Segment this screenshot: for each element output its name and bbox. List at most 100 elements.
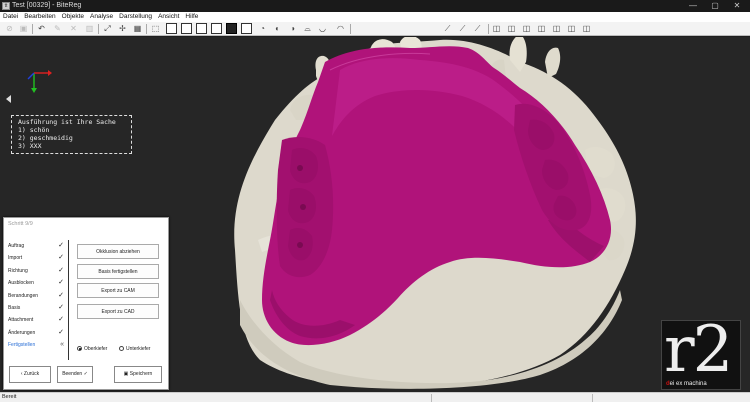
check-icon: ✓: [58, 266, 64, 274]
annotation-line: Ausführung ist Ihre Sache: [18, 118, 116, 126]
view-right-icon[interactable]: [211, 23, 222, 34]
app-window: tt Test [00329] - BiteReg — ▢ ✕ Datei Bea…: [0, 0, 750, 402]
menu-analyse[interactable]: Analyse: [87, 12, 116, 22]
sphere-icon[interactable]: ◐: [272, 23, 283, 34]
cube-icon[interactable]: ⬚: [150, 23, 161, 34]
dome-icon[interactable]: ⌓: [302, 23, 313, 34]
step-fertigstellen[interactable]: Fertigstellen «: [8, 339, 66, 351]
jaw-lower-icon[interactable]: ◡: [317, 23, 328, 34]
toolbar-separator: [350, 24, 351, 34]
menu-bar: Datei Bearbeiten Objekte Analyse Darstellung…: [0, 12, 750, 22]
status-text: Bereit: [2, 394, 17, 400]
tooth-cut-icon[interactable]: ⟋: [442, 23, 453, 34]
tooth-rotate-icon[interactable]: ⟋: [472, 23, 483, 34]
pencil-icon[interactable]: ✎: [52, 23, 63, 34]
basis-fertigstellen-button[interactable]: Basis fertigstellen: [77, 264, 159, 279]
check-icon: ✓: [58, 316, 64, 324]
annotation-line: 3) XXX: [18, 142, 42, 150]
wizard-divider: [68, 240, 69, 360]
menu-objekte[interactable]: Objekte: [59, 12, 87, 22]
cup-1-icon[interactable]: ◫: [491, 23, 502, 34]
cup-2-icon[interactable]: ◫: [506, 23, 517, 34]
menu-bearbeiten[interactable]: Bearbeiten: [21, 12, 58, 22]
toolbar-separator: [32, 24, 33, 34]
logo-tagline: dei ex machina: [666, 381, 707, 387]
jaw-upper-icon[interactable]: ◠: [335, 23, 346, 34]
check-icon: ✓: [82, 371, 88, 377]
toolbar-separator: [488, 24, 489, 34]
canine-right: [545, 47, 561, 78]
app-icon: tt: [2, 2, 10, 10]
radio-selected-icon: [77, 346, 82, 351]
wizard-panel: Schritt 9/9 Auftrag ✓ Import ✓ Richtung ✓ A…: [3, 217, 169, 390]
cup-5-icon[interactable]: ◫: [551, 23, 562, 34]
view-top-icon[interactable]: [226, 23, 237, 34]
title-bar: tt Test [00329] - BiteReg — ▢ ✕: [0, 0, 750, 12]
trash-icon[interactable]: ▥: [84, 23, 95, 34]
step-ausblocken[interactable]: Ausblocken ✓: [8, 277, 66, 289]
new-icon[interactable]: ⊘: [4, 23, 15, 34]
status-cell: [431, 394, 591, 402]
undo-icon[interactable]: ↶: [36, 23, 47, 34]
window-title: Test [00329] - BiteReg: [12, 2, 82, 9]
status-bar: Bereit: [0, 392, 750, 402]
radio-unterkiefer[interactable]: Unterkiefer: [119, 346, 150, 352]
step-auftrag[interactable]: Auftrag ✓: [8, 240, 66, 252]
grid-icon[interactable]: ▦: [132, 23, 143, 34]
delete-icon[interactable]: ✕: [68, 23, 79, 34]
cross-view-icon[interactable]: ✢: [117, 23, 128, 34]
wizard-step-title: Schritt 9/9: [8, 221, 33, 227]
shading-icon[interactable]: ◑: [287, 23, 298, 34]
step-berandungen[interactable]: Berandungen ✓: [8, 290, 66, 302]
wizard-step-list: Auftrag ✓ Import ✓ Richtung ✓ Ausblocken ✓ B…: [8, 240, 66, 352]
menu-datei[interactable]: Datei: [0, 12, 21, 22]
annotation-line: 2) geschmeidig: [18, 134, 73, 142]
radio-empty-icon: [119, 346, 124, 351]
step-richtung[interactable]: Richtung ✓: [8, 265, 66, 277]
toolbar: ⊘ ▣ ↶ ✎ ✕ ▥ ⤢ ✢ ▦ ⬚ ◔ ◐ ◑ ⌓ ◡ ◠ ⟋ ⟋ ⟋ ◫ …: [0, 22, 750, 36]
check-icon: ✓: [58, 242, 64, 249]
finish-button[interactable]: Beenden ✓: [57, 366, 93, 383]
maximize-button[interactable]: ▢: [704, 0, 726, 12]
step-attachment[interactable]: Attachment ✓: [8, 314, 66, 326]
cup-3-icon[interactable]: ◫: [521, 23, 532, 34]
menu-ansicht[interactable]: Ansicht: [155, 12, 182, 22]
export-cad-button[interactable]: Export zu CAD: [77, 304, 159, 319]
toolbar-separator: [98, 24, 99, 34]
check-icon: ✓: [58, 279, 64, 287]
cylinder-icon[interactable]: ◔: [257, 23, 268, 34]
company-logo: r2 dei ex machina: [661, 313, 741, 390]
minimize-button[interactable]: —: [682, 0, 704, 12]
view-back-icon[interactable]: [181, 23, 192, 34]
save-icon[interactable]: ▣: [18, 23, 29, 34]
cup-4-icon[interactable]: ◫: [536, 23, 547, 34]
view-front-icon[interactable]: [166, 23, 177, 34]
menu-darstellung[interactable]: Darstellung: [116, 12, 155, 22]
check-icon: ✓: [58, 328, 64, 336]
cup-6-icon[interactable]: ◫: [566, 23, 577, 34]
menu-hilfe[interactable]: Hilfe: [182, 12, 201, 22]
step-import[interactable]: Import ✓: [8, 252, 66, 264]
view-left-icon[interactable]: [196, 23, 207, 34]
check-icon: ✓: [58, 291, 64, 299]
fit-view-icon[interactable]: ⤢: [102, 23, 113, 34]
save-button[interactable]: ▣ Speichern: [114, 366, 162, 383]
radio-oberkiefer[interactable]: Oberkiefer: [77, 346, 107, 352]
annotation-line: 1) schön: [18, 126, 50, 134]
toolbar-separator: [146, 24, 147, 34]
tooth-angle-icon[interactable]: ⟋: [457, 23, 468, 34]
step-aenderungen[interactable]: Änderungen ✓: [8, 327, 66, 339]
double-chevron-left-icon: «: [60, 341, 64, 349]
export-cam-button[interactable]: Export zu CAM: [77, 283, 159, 298]
back-button[interactable]: ‹ Zurück: [9, 366, 51, 383]
close-button[interactable]: ✕: [726, 0, 748, 12]
okklusion-abziehen-button[interactable]: Okklusion abziehen: [77, 244, 159, 259]
axis-triad-icon: [27, 70, 52, 93]
logo-mark: r2: [664, 313, 733, 387]
status-cell: [592, 394, 750, 402]
cup-7-icon[interactable]: ◫: [581, 23, 592, 34]
step-basis[interactable]: Basis ✓: [8, 302, 66, 314]
view-bottom-icon[interactable]: [241, 23, 252, 34]
check-icon: ✓: [58, 254, 64, 262]
annotation-callout: Ausführung ist Ihre Sache 1) schön 2) ge…: [11, 115, 132, 154]
